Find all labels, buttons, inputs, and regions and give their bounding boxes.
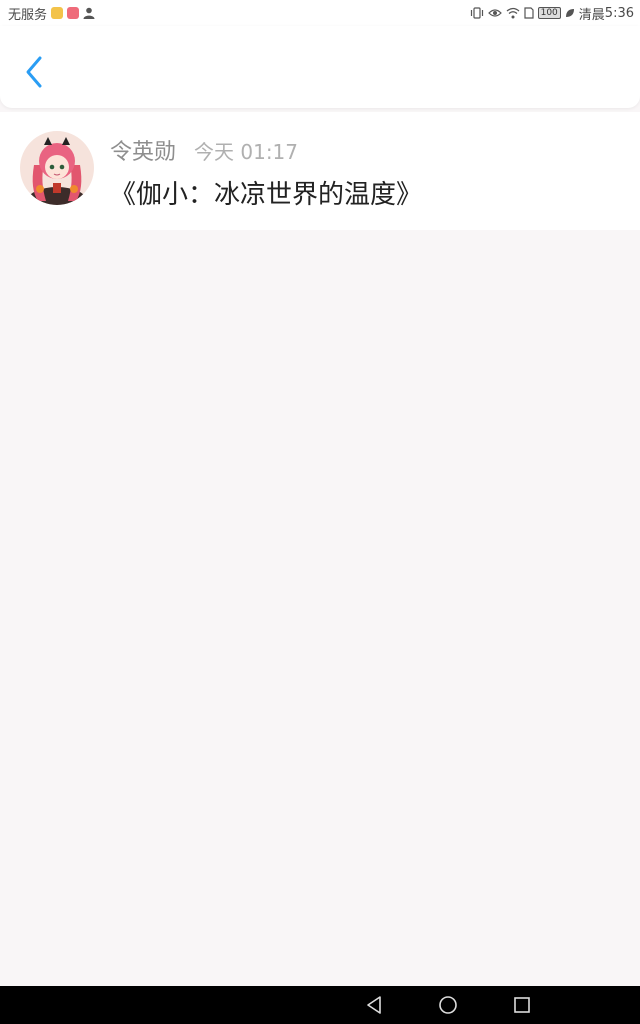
user-icon	[83, 7, 95, 19]
anime-girl-avatar-icon	[20, 131, 94, 205]
message-timestamp: 今天 01:17	[194, 140, 299, 164]
system-nav-bar	[0, 986, 640, 1024]
carrier-label: 无服务	[8, 7, 48, 23]
avatar[interactable]	[20, 131, 94, 205]
square-recents-icon	[514, 997, 530, 1013]
status-bar-right: 100 清晨 5:36	[470, 4, 634, 23]
message-text[interactable]: 《伽小：冰凉世界的温度》	[110, 174, 422, 211]
status-bar: 无服务 100 清晨 5:36	[0, 0, 640, 26]
nav-home-button[interactable]	[436, 993, 460, 1017]
triangle-back-icon	[367, 996, 381, 1014]
app-notification-icon	[67, 7, 80, 19]
nav-back-button[interactable]	[362, 993, 386, 1017]
sim-icon	[523, 7, 534, 19]
chevron-left-icon	[26, 56, 42, 88]
time-period: 清晨	[578, 7, 605, 23]
leaf-icon	[565, 9, 574, 17]
top-app-bar	[0, 26, 640, 108]
nav-recents-button[interactable]	[510, 993, 534, 1017]
message-item[interactable]: 令英勋 今天 01:17 《伽小：冰凉世界的温度》	[0, 112, 640, 230]
wifi-icon	[506, 7, 520, 19]
circle-home-icon	[439, 996, 457, 1014]
vibrate-icon	[470, 7, 483, 19]
sender-line: 令英勋 今天 01:17	[110, 134, 298, 166]
eye-icon	[487, 9, 502, 17]
battery-indicator: 100	[537, 7, 561, 19]
app-notification-icon	[51, 7, 64, 19]
sender-name[interactable]: 令英勋	[110, 134, 176, 166]
back-button[interactable]	[16, 54, 52, 90]
status-bar-left: 无服务	[8, 4, 95, 23]
clock: 5:36	[604, 5, 634, 21]
